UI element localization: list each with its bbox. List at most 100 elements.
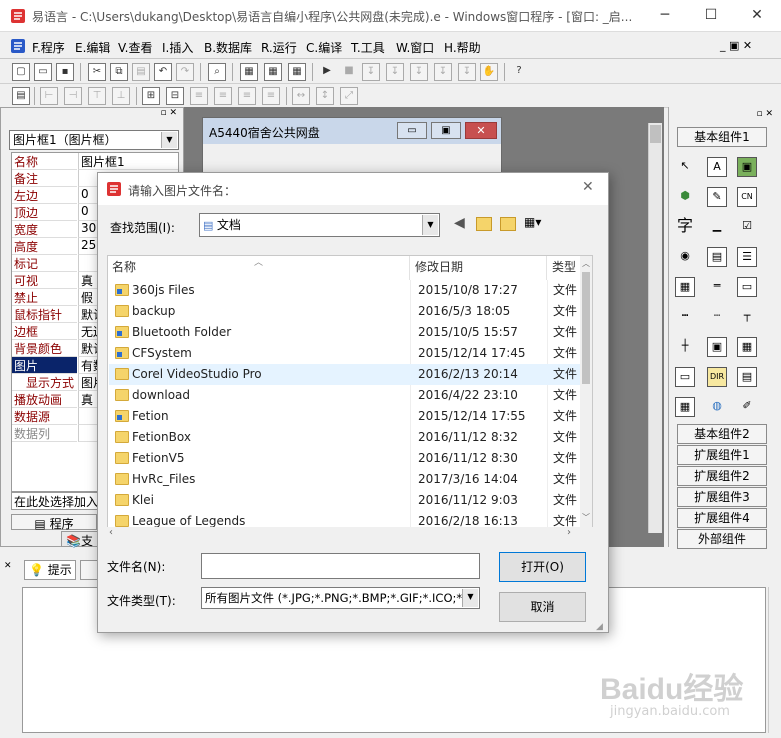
panel-controls[interactable]: ▫ ✕ <box>669 109 779 119</box>
dir-icon[interactable]: DIR <box>707 367 727 387</box>
cancel-button[interactable]: 取消 <box>499 592 586 622</box>
cut-icon[interactable]: ✂ <box>88 63 106 81</box>
stop-icon[interactable]: ■ <box>340 63 358 81</box>
back-icon[interactable]: ◀ <box>454 215 465 231</box>
scroll-down-icon[interactable]: ﹀ <box>582 512 590 523</box>
align-right-icon[interactable]: ⊤ <box>88 87 106 105</box>
menu-help[interactable]: H.帮助 <box>444 39 481 56</box>
scroll-right-icon[interactable]: › <box>567 527 571 538</box>
mdi-controls[interactable]: _ ▣ ✕ <box>720 39 752 52</box>
char-icon[interactable]: 字 <box>675 217 695 237</box>
undo-icon[interactable]: ↶ <box>154 63 172 81</box>
file-row[interactable]: Fetion 2015/12/14 17:55 文件 <box>109 406 581 427</box>
lookin-combo[interactable]: ▤ 文档 ▼ <box>199 213 440 237</box>
open-button[interactable]: 打开(O) <box>499 552 586 582</box>
redo-icon[interactable]: ↷ <box>176 63 194 81</box>
menu-view[interactable]: V.查看 <box>118 39 152 56</box>
ruler-icon[interactable]: ┅ <box>675 307 695 327</box>
line-icon[interactable]: ▁ <box>707 217 727 237</box>
view-menu-icon[interactable]: ▦▾ <box>524 215 541 229</box>
prop-value[interactable]: 图片框1 <box>78 153 178 170</box>
designer-scrollbar[interactable] <box>648 123 662 533</box>
space-2-icon[interactable]: ≡ <box>214 87 232 105</box>
step-1-icon[interactable]: ↧ <box>362 63 380 81</box>
maximize-button[interactable]: ☐ <box>688 0 734 30</box>
prop-row[interactable]: 名称 图片框1 <box>12 153 180 170</box>
space-4-icon[interactable]: ≡ <box>262 87 280 105</box>
menu-insert[interactable]: I.插入 <box>162 39 193 56</box>
image-icon[interactable]: ▣ <box>707 337 727 357</box>
space-1-icon[interactable]: ≡ <box>190 87 208 105</box>
menu-run[interactable]: R.运行 <box>261 39 297 56</box>
list-icon[interactable]: ☰ <box>737 247 757 267</box>
file-row[interactable]: backup 2016/5/3 18:05 文件 <box>109 301 581 322</box>
file-row[interactable]: 360js Files 2015/10/8 17:27 文件 <box>109 280 581 301</box>
paste-icon[interactable]: ▤ <box>132 63 150 81</box>
step-3-icon[interactable]: ↧ <box>410 63 428 81</box>
table-icon[interactable]: ▦ <box>737 337 757 357</box>
scroll-up-icon[interactable]: ︿ <box>582 258 590 269</box>
picture-icon[interactable]: ▣ <box>737 157 757 177</box>
combo-icon[interactable]: ▤ <box>707 247 727 267</box>
label-icon[interactable]: A <box>707 157 727 177</box>
object-combo[interactable]: 图片框1（图片框） ▼ <box>9 130 179 150</box>
column-header-date[interactable]: 修改日期 <box>411 256 547 280</box>
form-close-icon[interactable]: ✕ <box>465 122 497 139</box>
file-row[interactable]: Klei 2016/11/12 9:03 文件 <box>109 490 581 511</box>
scroll-thumb[interactable] <box>582 272 590 384</box>
draw-icon[interactable]: ✎ <box>707 187 727 207</box>
menu-tools[interactable]: T.工具 <box>351 39 385 56</box>
panel-controls[interactable]: ▫ ✕ <box>1 108 183 120</box>
find-icon[interactable]: ⌕ <box>208 63 226 81</box>
layout-2-icon[interactable]: ▦ <box>264 63 282 81</box>
form-min-icon[interactable]: ▭ <box>397 122 427 139</box>
tab-program[interactable]: ▤ 程序 <box>11 514 97 531</box>
step-5-icon[interactable]: ↧ <box>458 63 476 81</box>
slider-icon[interactable]: ═ <box>707 277 727 297</box>
open-icon[interactable]: ▭ <box>34 63 52 81</box>
file-list-vscroll[interactable]: ︿ ﹀ <box>580 256 592 529</box>
tick-icon[interactable]: ┄ <box>707 307 727 327</box>
basic-components-2-button[interactable]: 基本组件2 <box>677 424 767 444</box>
file-row[interactable]: download 2016/4/22 23:10 文件 <box>109 385 581 406</box>
help-icon[interactable]: ? <box>510 63 528 81</box>
extended-components-1-button[interactable]: 扩展组件1 <box>677 445 767 465</box>
column-header-name[interactable]: 名称 ︿ <box>108 256 410 280</box>
pen-icon[interactable]: ✐ <box>737 397 757 417</box>
tab-hint[interactable]: 💡 提示 <box>24 560 76 580</box>
form-max-icon[interactable]: ▣ <box>431 122 461 139</box>
external-components-button[interactable]: 外部组件 <box>677 529 767 549</box>
file-row[interactable]: CFSystem 2015/12/14 17:45 文件 <box>109 343 581 364</box>
same-size-icon[interactable]: ⤢ <box>340 87 358 105</box>
cn-icon[interactable]: CN <box>737 187 757 207</box>
file-row[interactable]: HvRc_Files 2017/3/16 14:04 文件 <box>109 469 581 490</box>
extended-components-4-button[interactable]: 扩展组件4 <box>677 508 767 528</box>
menu-database[interactable]: B.数据库 <box>204 39 252 56</box>
radio-icon[interactable]: ◉ <box>675 247 695 267</box>
scroll-left-icon[interactable]: ‹ <box>109 527 113 538</box>
layout-3-icon[interactable]: ▦ <box>288 63 306 81</box>
property-icon[interactable]: ▤ <box>12 87 30 105</box>
align-left-icon[interactable]: ⊢ <box>40 87 58 105</box>
resize-grip-icon[interactable]: ◢ <box>596 622 603 632</box>
new-icon[interactable]: ▢ <box>12 63 30 81</box>
new-folder-icon[interactable] <box>500 217 516 231</box>
menu-program[interactable]: F.程序 <box>32 39 65 56</box>
close-button[interactable]: ✕ <box>734 0 780 30</box>
window-icon[interactable]: ┼ <box>675 337 695 357</box>
file-row-hovered[interactable]: Corel VideoStudio Pro 2016/2/13 20:14 文件 <box>109 364 581 385</box>
scroll-thumb[interactable] <box>650 125 661 143</box>
file-list-hscroll[interactable]: ‹ › <box>107 527 593 541</box>
dialog-close-icon[interactable]: ✕ <box>582 179 594 195</box>
run-icon[interactable]: ▶ <box>318 63 336 81</box>
arrow-icon[interactable]: ↖ <box>675 157 695 177</box>
up-folder-icon[interactable] <box>476 217 492 231</box>
file-row[interactable]: FetionV5 2016/11/12 8:30 文件 <box>109 448 581 469</box>
basic-components-1-button[interactable]: 基本组件1 <box>677 127 767 147</box>
space-3-icon[interactable]: ≡ <box>238 87 256 105</box>
globe-icon[interactable]: ◍ <box>707 397 727 417</box>
copy-icon[interactable]: ⧉ <box>110 63 128 81</box>
doc-icon[interactable]: ▤ <box>737 367 757 387</box>
step-2-icon[interactable]: ↧ <box>386 63 404 81</box>
hand-icon[interactable]: ✋ <box>480 63 498 81</box>
